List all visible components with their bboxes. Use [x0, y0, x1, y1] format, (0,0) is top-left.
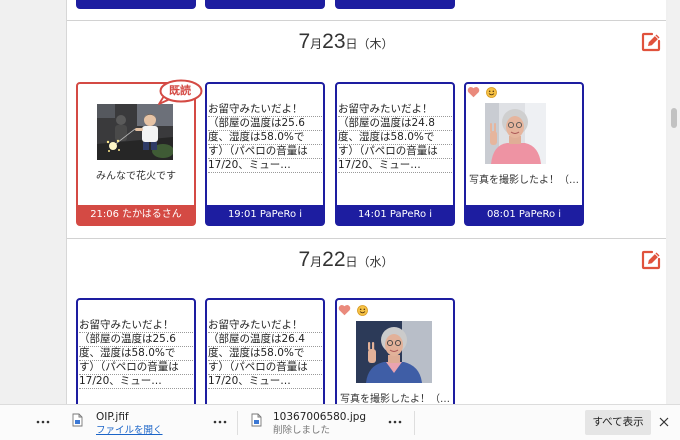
- day-divider: [67, 20, 666, 21]
- message-line: （部屋の温度は26.4: [208, 333, 322, 347]
- date-weekday: （木）: [357, 37, 394, 51]
- message-card[interactable]: お留守みたいだよ！ （部屋の温度は26.4 度、湿度は58.0%で す）（パペロ…: [205, 298, 325, 404]
- message-line: 度、湿度は58.0%で: [338, 131, 452, 145]
- edit-button[interactable]: [640, 31, 662, 53]
- card-caption: みんなで花火です: [96, 171, 176, 182]
- previous-card-footer[interactable]: [76, 0, 196, 9]
- fireworks-photo: [97, 104, 173, 160]
- download-filename: 10367006580.jpg: [273, 411, 367, 423]
- download-separator: [237, 411, 238, 435]
- card-footer: 19:01 PaPeRo i: [207, 205, 323, 224]
- more-options-icon[interactable]: [36, 420, 50, 424]
- message-line: （部屋の温度は24.8: [338, 117, 452, 131]
- message-line: お留守みたいだよ！: [208, 103, 322, 117]
- message-text: お留守みたいだよ！ （部屋の温度は25.6 度、湿度は58.0%で す）（パペロ…: [208, 103, 322, 173]
- date-month-unit: 月: [310, 37, 323, 51]
- message-card[interactable]: お留守みたいだよ！ （部屋の温度は25.6 度、湿度は58.0%で す）（パペロ…: [76, 298, 196, 404]
- message-line: お留守みたいだよ！: [79, 319, 193, 333]
- edit-button[interactable]: [640, 249, 662, 271]
- message-line: （部屋の温度は25.6: [79, 333, 193, 347]
- message-text: お留守みたいだよ！ （部屋の温度は24.8 度、湿度は58.0%で す）（パペロ…: [338, 103, 452, 173]
- message-line: 17/20、ミュー…: [79, 375, 193, 389]
- message-line: 度、湿度は58.0%で: [208, 131, 322, 145]
- message-line: す）（パペロの音量は: [79, 361, 193, 375]
- date-day-unit: 日: [345, 37, 358, 51]
- date-day-unit: 日: [345, 255, 358, 269]
- date-header: 7月22日（水）: [67, 248, 625, 274]
- show-all-button[interactable]: すべて表示: [585, 410, 651, 435]
- date-month: 7: [298, 248, 311, 271]
- previous-card-footer[interactable]: [335, 0, 455, 9]
- timeline-panel: 7月23日（木） みんなで花火です 21:06 たかはるさん 既読 お留守みたい…: [66, 0, 666, 404]
- open-file-link[interactable]: ファイルを開く: [96, 425, 163, 437]
- close-icon[interactable]: [659, 417, 669, 427]
- smile-icon[interactable]: [357, 305, 368, 316]
- photo-thumbnail: [356, 321, 432, 383]
- message-line: （部屋の温度は25.6: [208, 117, 322, 131]
- heart-icon[interactable]: [467, 86, 480, 98]
- message-line: す）（パペロの音量は: [208, 361, 322, 375]
- download-item[interactable]: 10367006580.jpg 削除しました: [249, 408, 379, 438]
- message-text: お留守みたいだよ！ （部屋の温度は25.6 度、湿度は58.0%で す）（パペロ…: [79, 319, 193, 389]
- smile-icon[interactable]: [486, 87, 497, 98]
- day-divider: [67, 238, 666, 239]
- browser-viewport: 7月23日（木） みんなで花火です 21:06 たかはるさん 既読 お留守みたい…: [0, 0, 680, 440]
- message-card[interactable]: お留守みたいだよ！ （部屋の温度は24.8 度、湿度は58.0%で す）（パペロ…: [335, 82, 455, 226]
- download-status: 削除しました: [273, 425, 331, 436]
- date-weekday: （水）: [357, 255, 394, 269]
- read-badge: 既読: [157, 79, 203, 105]
- card-footer: 21:06 たかはるさん: [78, 205, 194, 224]
- card-footer: 14:01 PaPeRo i: [337, 205, 453, 224]
- message-card[interactable]: 写真を撮影したよ！（… 08:01 PaPeRo i: [464, 82, 584, 226]
- more-options-icon[interactable]: [388, 420, 402, 424]
- message-line: す）（パペロの音量は: [338, 145, 452, 159]
- card-caption: 写真を撮影したよ！（…: [340, 394, 450, 404]
- download-separator: [414, 411, 415, 435]
- message-line: 度、湿度は58.0%で: [208, 347, 322, 361]
- file-icon: [251, 413, 262, 427]
- file-icon: [72, 413, 83, 427]
- card-caption: 写真を撮影したよ！（…: [469, 175, 579, 186]
- message-line: 度、湿度は58.0%で: [79, 347, 193, 361]
- date-day: 22: [322, 248, 346, 271]
- download-filename: OIP.jfif: [96, 411, 129, 423]
- date-month: 7: [298, 30, 311, 53]
- message-line: 17/20、ミュー…: [208, 159, 322, 173]
- scrollbar-thumb[interactable]: [671, 108, 677, 128]
- message-text: お留守みたいだよ！ （部屋の温度は26.4 度、湿度は58.0%で す）（パペロ…: [208, 319, 322, 389]
- message-line: お留守みたいだよ！: [338, 103, 452, 117]
- heart-icon[interactable]: [338, 304, 351, 316]
- message-line: 17/20、ミュー…: [338, 159, 452, 173]
- previous-card-footer[interactable]: [205, 0, 325, 9]
- message-line: 17/20、ミュー…: [208, 375, 322, 389]
- message-line: す）（パペロの音量は: [208, 145, 322, 159]
- read-badge-label: 既読: [169, 84, 191, 97]
- edit-icon: [641, 250, 661, 270]
- date-day: 23: [322, 30, 346, 53]
- message-card[interactable]: お留守みたいだよ！ （部屋の温度は25.6 度、湿度は58.0%で す）（パペロ…: [205, 82, 325, 226]
- message-line: お留守みたいだよ！: [208, 319, 322, 333]
- download-item[interactable]: OIP.jfif ファイルを開く: [70, 408, 220, 438]
- message-card[interactable]: みんなで花火です 21:06 たかはるさん 既読: [76, 79, 203, 226]
- card-footer: 08:01 PaPeRo i: [466, 205, 582, 224]
- photo-thumbnail: [485, 103, 546, 164]
- vertical-scrollbar[interactable]: [668, 0, 680, 404]
- message-card[interactable]: 写真を撮影したよ！（…: [335, 298, 455, 404]
- date-month-unit: 月: [310, 255, 323, 269]
- more-options-icon[interactable]: [213, 420, 227, 424]
- edit-icon: [641, 32, 661, 52]
- date-header: 7月23日（木）: [67, 30, 625, 56]
- download-bar: OIP.jfif ファイルを開く 10367006580.jpg 削除しました …: [0, 404, 680, 440]
